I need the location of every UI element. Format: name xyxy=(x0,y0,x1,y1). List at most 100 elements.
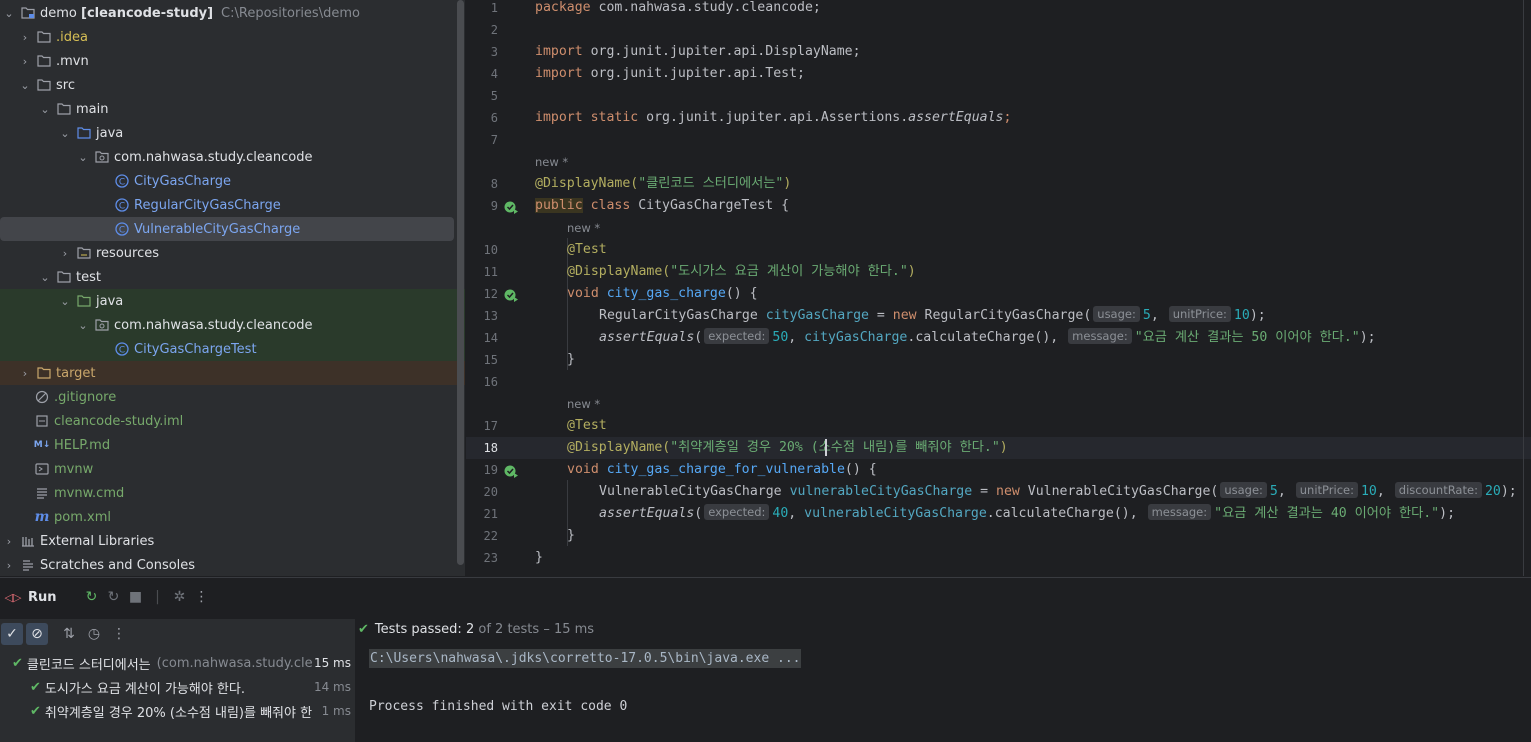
tree-item-test[interactable]: ⌄ test xyxy=(0,265,465,289)
test-case-row[interactable]: ✔ 취약계층일 경우 20% (소수점 내림)를 빼줘야 한 1 ms xyxy=(0,699,355,723)
chevron-down-icon[interactable]: ⌄ xyxy=(18,79,32,92)
chevron-right-icon[interactable]: › xyxy=(18,55,32,68)
line-number: 9 xyxy=(490,199,498,213)
codevision-hint[interactable]: new * xyxy=(567,217,600,239)
line-number: 14 xyxy=(483,331,498,345)
run-test-passed-icon[interactable] xyxy=(504,463,518,478)
test-results-tree: ✓ ⊘ ⇅ ◷ ⋮ ✔ 클린코드 스터디에서는 (com.nahwasa.stu… xyxy=(0,619,355,742)
code-line: void city_gas_charge_for_vulnerable() { xyxy=(567,462,877,477)
test-suite-row[interactable]: ✔ 클린코드 스터디에서는 (com.nahwasa.study.cle 15 … xyxy=(0,651,355,675)
test-duration: 1 ms xyxy=(321,704,351,718)
rerun-failed-icon[interactable]: ↻ xyxy=(103,586,125,608)
sort-by-duration-icon[interactable]: ◷ xyxy=(83,623,105,645)
chevron-right-icon[interactable]: › xyxy=(58,247,72,260)
console-output[interactable]: C:\Users\nahwasa\.jdks\corretto-17.0.5\b… xyxy=(355,619,1531,742)
tree-label: resources xyxy=(96,245,160,261)
rerun-icon[interactable]: ↻ xyxy=(81,586,103,608)
tree-item-class-test[interactable]: C CityGasChargeTest xyxy=(0,337,465,361)
code-line: package com.nahwasa.study.cleancode; xyxy=(535,0,821,15)
tree-item-java-test[interactable]: ⌄ java xyxy=(0,289,465,313)
code-line: } xyxy=(535,550,543,565)
line-number: 2 xyxy=(490,23,498,37)
tree-item-external-libraries[interactable]: › External Libraries xyxy=(0,529,465,553)
code-editor[interactable]: 1 2 3 4 5 6 7 8 9 10 11 12 13 14 15 16 1… xyxy=(466,0,1531,576)
line-number: 10 xyxy=(483,243,498,257)
line-number: 12 xyxy=(483,287,498,301)
tree-item-gitignore[interactable]: .gitignore xyxy=(0,385,465,409)
run-test-passed-icon[interactable] xyxy=(504,287,518,302)
tree-item-class-citygascharge[interactable]: C CityGasCharge xyxy=(0,169,465,193)
tree-item-main[interactable]: ⌄ main xyxy=(0,97,465,121)
tree-item-mvnw-cmd[interactable]: mvnw.cmd xyxy=(0,481,465,505)
stop-icon[interactable]: ■ xyxy=(125,586,147,608)
tree-item-scratches[interactable]: › Scratches and Consoles xyxy=(0,553,465,576)
chevron-down-icon[interactable]: ⌄ xyxy=(76,319,90,332)
chevron-down-icon[interactable]: ⌄ xyxy=(76,151,90,164)
tree-item-help[interactable]: M↓ HELP.md xyxy=(0,433,465,457)
tree-item-pom[interactable]: m pom.xml xyxy=(0,505,465,529)
chevron-down-icon[interactable]: ⌄ xyxy=(38,271,52,284)
code-line: assertEquals(expected: 40, vulnerableCity… xyxy=(599,504,1456,521)
root-path: C:\Repositories\demo xyxy=(221,5,360,21)
tree-item-iml[interactable]: cleancode-study.iml xyxy=(0,409,465,433)
chevron-right-icon[interactable]: › xyxy=(2,559,16,572)
tree-item-idea[interactable]: › .idea xyxy=(0,25,465,49)
tree-item-class-vulnerable[interactable]: C VulnerableCityGasCharge xyxy=(0,217,454,241)
chevron-down-icon[interactable]: ⌄ xyxy=(58,127,72,140)
tree-scrollbar[interactable] xyxy=(457,0,464,565)
test-duration: 14 ms xyxy=(313,680,351,694)
show-ignored-icon[interactable]: ⊘ xyxy=(26,623,48,645)
tree-label: HELP.md xyxy=(54,437,111,453)
run-tab-icon: ◁▷ xyxy=(4,590,22,604)
tree-item-mvnw[interactable]: mvnw xyxy=(0,457,465,481)
code-line: import static org.junit.jupiter.api.Asse… xyxy=(535,110,1012,125)
param-hint: message: xyxy=(1147,504,1212,520)
tree-item-src[interactable]: ⌄ src xyxy=(0,73,465,97)
folder-icon xyxy=(56,102,72,116)
tree-label: cleancode-study.iml xyxy=(54,413,184,429)
class-icon: C xyxy=(114,342,130,356)
tree-item-root[interactable]: ⌄ demo [cleancode-study] C:\Repositories… xyxy=(0,1,465,25)
code-line: } xyxy=(567,528,575,543)
show-passed-icon[interactable]: ✓ xyxy=(1,623,23,645)
code-line: import org.junit.jupiter.api.DisplayName… xyxy=(535,44,861,59)
sort-icon[interactable]: ⇅ xyxy=(58,623,80,645)
editor-gutter: 1 2 3 4 5 6 7 8 9 10 11 12 13 14 15 16 1… xyxy=(466,0,532,576)
markdown-icon: M↓ xyxy=(33,440,51,450)
console-command[interactable]: C:\Users\nahwasa\.jdks\corretto-17.0.5\b… xyxy=(369,649,802,668)
chevron-down-icon[interactable]: ⌄ xyxy=(58,295,72,308)
chevron-down-icon[interactable]: ⌄ xyxy=(38,103,52,116)
tree-item-java-main[interactable]: ⌄ java xyxy=(0,121,465,145)
chevron-down-icon[interactable]: ⌄ xyxy=(2,7,16,20)
tree-item-resources[interactable]: › resources xyxy=(0,241,465,265)
code-line: @Test xyxy=(567,242,607,257)
more-options-icon[interactable]: ⋮ xyxy=(191,586,213,608)
tree-item-target[interactable]: › target xyxy=(0,361,465,385)
run-test-passed-icon[interactable] xyxy=(504,199,518,214)
check-icon: ✔ xyxy=(12,655,23,671)
tree-item-package-main[interactable]: ⌄ com.nahwasa.study.cleancode xyxy=(0,145,465,169)
tree-item-package-test[interactable]: ⌄ com.nahwasa.study.cleancode xyxy=(0,313,465,337)
chevron-right-icon[interactable]: › xyxy=(18,367,32,380)
param-hint: message: xyxy=(1068,328,1132,344)
svg-text:C: C xyxy=(119,226,125,236)
code-line: @DisplayName("클린코드 스터디에서는") xyxy=(535,176,792,191)
text-file-icon xyxy=(34,486,50,500)
tree-item-class-regular[interactable]: C RegularCityGasCharge xyxy=(0,193,465,217)
line-number: 11 xyxy=(483,265,498,279)
console-exit-message: Process finished with exit code 0 xyxy=(369,699,628,714)
chevron-right-icon[interactable]: › xyxy=(2,535,16,548)
param-hint: unitPrice: xyxy=(1168,306,1231,322)
more-options-icon[interactable]: ⋮ xyxy=(108,623,130,645)
line-number: 15 xyxy=(483,353,498,367)
line-number: 19 xyxy=(483,463,498,477)
test-case-row[interactable]: ✔ 도시가스 요금 계산이 가능해야 한다. 14 ms xyxy=(0,675,355,699)
chevron-right-icon[interactable]: › xyxy=(18,31,32,44)
codevision-hint[interactable]: new * xyxy=(535,151,568,173)
tree-item-mvn[interactable]: › .mvn xyxy=(0,49,465,73)
debug-icon[interactable]: ✲ xyxy=(169,586,191,608)
codevision-hint[interactable]: new * xyxy=(567,393,600,415)
run-tab-title[interactable]: Run xyxy=(28,590,57,605)
test-duration: 15 ms xyxy=(313,656,351,670)
folder-icon xyxy=(56,270,72,284)
